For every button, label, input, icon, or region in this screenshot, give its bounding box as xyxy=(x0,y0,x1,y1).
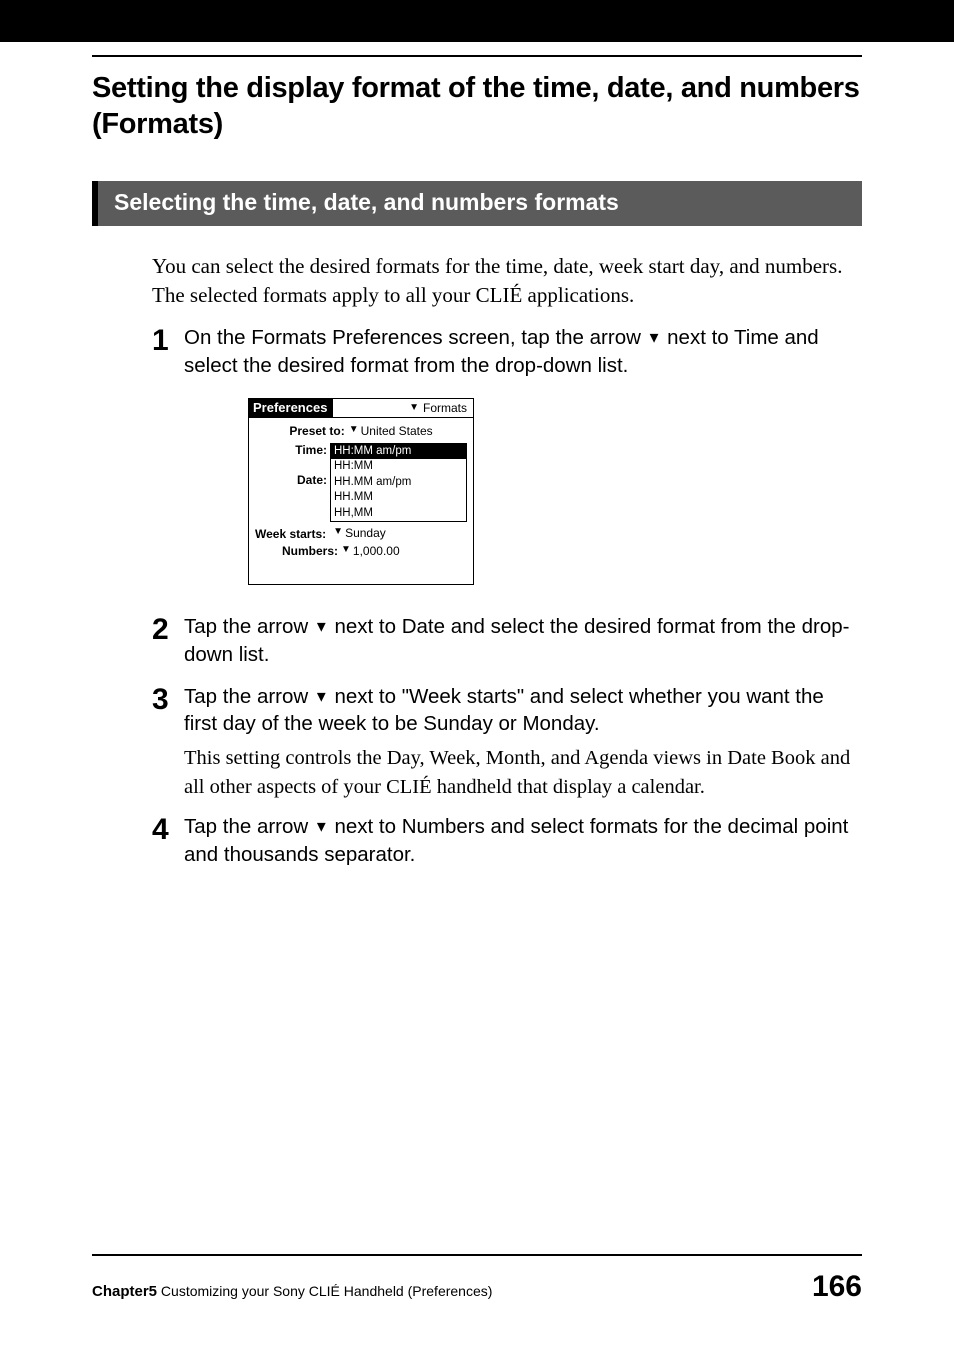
palm-category-value: Formats xyxy=(423,401,467,415)
instr-part-a: Tap the arrow xyxy=(184,685,314,708)
step-instruction: Tap the arrow ▼ next to "Week starts" an… xyxy=(184,683,862,738)
section-title: Setting the display format of the time, … xyxy=(92,70,862,143)
dropdown-option[interactable]: HH,MM xyxy=(331,506,466,522)
dropdown-arrow-icon: ▼ xyxy=(314,688,329,705)
time-format-dropdown-open[interactable]: HH:MM am/pm HH:MM HH.MM am/pm HH.MM HH,M… xyxy=(330,443,467,523)
footer-chapter: Chapter5 Customizing your Sony CLIÉ Hand… xyxy=(92,1283,492,1300)
dropdown-option[interactable]: HH.MM xyxy=(331,490,466,506)
step-instruction: Tap the arrow ▼ next to Date and select … xyxy=(184,613,862,668)
footer-rule xyxy=(92,1254,862,1256)
header-rule xyxy=(92,55,862,57)
step-3: 3 Tap the arrow ▼ next to "Week starts" … xyxy=(152,683,862,802)
step-1: 1 On the Formats Preferences screen, tap… xyxy=(152,324,862,379)
dropdown-arrow-icon: ▼ xyxy=(314,619,329,636)
step-4: 4 Tap the arrow ▼ next to Numbers and se… xyxy=(152,813,862,868)
dropdown-option[interactable]: HH.MM am/pm xyxy=(331,475,466,491)
numbers-label: Numbers: xyxy=(282,544,338,558)
page-number: 166 xyxy=(812,1270,862,1304)
dropdown-arrow-icon: ▼ xyxy=(349,424,359,435)
header-black-bar xyxy=(0,0,954,42)
palm-body: Preset to: ▼ United States Time: Date: xyxy=(249,418,473,585)
dropdown-arrow-icon: ▼ xyxy=(333,526,343,537)
step-instruction: On the Formats Preferences screen, tap t… xyxy=(184,324,862,379)
preset-label: Preset to: xyxy=(289,424,344,438)
instr-part-a: On the Formats Preferences screen, tap t… xyxy=(184,326,647,349)
dropdown-arrow-icon: ▼ xyxy=(409,402,419,413)
instr-part-a: Tap the arrow xyxy=(184,615,314,638)
steps-list: 1 On the Formats Preferences screen, tap… xyxy=(152,324,862,869)
date-label: Date: xyxy=(255,472,327,488)
numbers-value[interactable]: 1,000.00 xyxy=(353,544,400,558)
page-footer: Chapter5 Customizing your Sony CLIÉ Hand… xyxy=(92,1254,862,1304)
instr-part-a: Tap the arrow xyxy=(184,815,314,838)
step-note: This setting controls the Day, Week, Mon… xyxy=(184,744,862,801)
dropdown-option-selected[interactable]: HH:MM am/pm xyxy=(331,444,466,460)
intro-paragraph: You can select the desired formats for t… xyxy=(152,252,862,311)
dropdown-arrow-icon: ▼ xyxy=(341,544,351,555)
step-instruction: Tap the arrow ▼ next to Numbers and sele… xyxy=(184,813,862,868)
palm-app-title: Preferences xyxy=(249,399,333,417)
step-number: 3 xyxy=(152,683,184,716)
palm-category-dropdown[interactable]: ▼ Formats xyxy=(333,399,473,417)
dropdown-arrow-icon: ▼ xyxy=(647,330,662,347)
dropdown-arrow-icon: ▼ xyxy=(314,819,329,836)
preset-value[interactable]: United States xyxy=(361,424,433,438)
step-number: 1 xyxy=(152,324,184,357)
week-starts-value[interactable]: Sunday xyxy=(345,526,386,540)
step-number: 2 xyxy=(152,613,184,646)
footer-chapter-bold: Chapter5 xyxy=(92,1283,157,1300)
subsection-title-bar: Selecting the time, date, and numbers fo… xyxy=(92,181,862,226)
step-number: 4 xyxy=(152,813,184,846)
palm-screen: Preferences ▼ Formats Preset to: ▼ Unit xyxy=(248,398,474,586)
step-2: 2 Tap the arrow ▼ next to Date and selec… xyxy=(152,613,862,668)
time-label: Time: xyxy=(255,442,327,458)
footer-chapter-text: Customizing your Sony CLIÉ Handheld (Pre… xyxy=(157,1283,492,1299)
dropdown-option[interactable]: HH:MM xyxy=(331,459,466,475)
palm-titlebar: Preferences ▼ Formats xyxy=(249,399,473,418)
palm-screenshot: Preferences ▼ Formats Preset to: ▼ Unit xyxy=(248,398,862,586)
week-starts-label: Week starts: xyxy=(255,526,330,542)
